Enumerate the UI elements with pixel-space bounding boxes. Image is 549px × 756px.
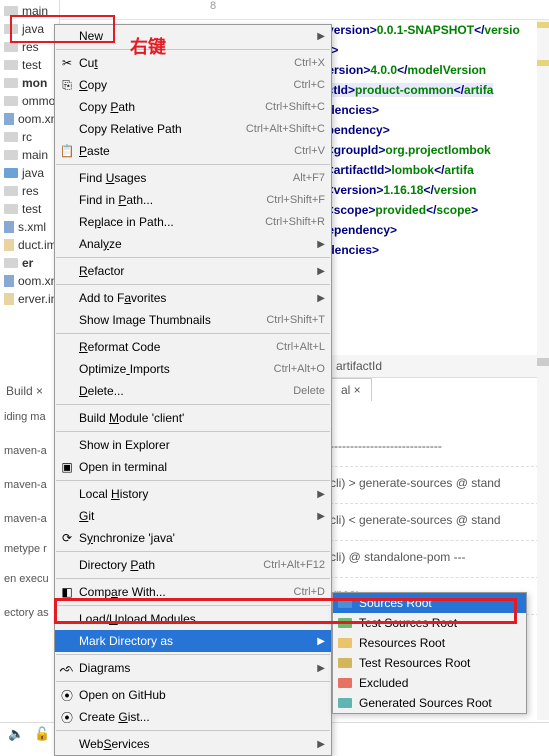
tree-item[interactable]: mon <box>0 74 59 92</box>
menu-item-create-gist-[interactable]: ⦿Create Gist... <box>55 706 331 728</box>
submenu-arrow-icon: ▶ <box>317 239 325 250</box>
tree-item[interactable]: oom.xml <box>0 110 59 128</box>
menu-item-load-unload-modules-[interactable]: Load/Unload Modules... <box>55 608 331 630</box>
menu-item-delete-[interactable]: Delete...Delete <box>55 380 331 402</box>
folder-icon <box>338 698 352 708</box>
menu-item-show-in-explorer[interactable]: Show in Explorer <box>55 434 331 456</box>
menu-icon: ⦿ <box>59 709 75 726</box>
submenu-item-test-sources-root[interactable]: Test Sources Root <box>333 613 526 633</box>
tree-item[interactable]: java <box>0 20 59 38</box>
menu-item-directory-path[interactable]: Directory PathCtrl+Alt+F12 <box>55 554 331 576</box>
tree-item[interactable]: res <box>0 38 59 56</box>
folder-icon <box>338 658 352 668</box>
tree-item[interactable]: rc <box>0 128 59 146</box>
menu-item-optimize-imports[interactable]: Optimize ImportsCtrl+Alt+O <box>55 358 331 380</box>
submenu-arrow-icon: ▶ <box>317 511 325 522</box>
code-lines: <version>0.0.1-SNAPSHOT</versiont>Versio… <box>320 20 549 260</box>
folder-icon <box>338 678 352 688</box>
menu-item-open-in-terminal[interactable]: ▣Open in terminal <box>55 456 331 478</box>
menu-item-add-to-favorites[interactable]: Add to Favorites▶ <box>55 287 331 309</box>
menu-item-cut[interactable]: ✂CutCtrl+X <box>55 52 331 74</box>
annotation-label: 右键 <box>130 33 166 59</box>
submenu-item-generated-sources-root[interactable]: Generated Sources Root <box>333 693 526 713</box>
menu-item-analyze[interactable]: Analyze▶ <box>55 233 331 255</box>
menu-icon: ᨒ <box>59 661 75 676</box>
tree-item[interactable]: res <box>0 182 59 200</box>
submenu-arrow-icon: ▶ <box>317 739 325 750</box>
menu-item-mark-directory-as[interactable]: Mark Directory as▶ <box>55 630 331 652</box>
menu-item-replace-in-path-[interactable]: Replace in Path...Ctrl+Shift+R <box>55 211 331 233</box>
submenu-arrow-icon: ▶ <box>317 489 325 500</box>
tree-item[interactable]: ommon.i <box>0 92 59 110</box>
menu-icon: ◧ <box>59 585 75 599</box>
menu-icon: ✂ <box>59 56 75 70</box>
menu-item-copy-path[interactable]: Copy PathCtrl+Shift+C <box>55 96 331 118</box>
structure-tab[interactable]: al × <box>330 378 372 401</box>
maven-output: ----------------------------cli) > gener… <box>330 430 549 615</box>
tree-item[interactable]: test <box>0 56 59 74</box>
tree-item[interactable]: main <box>0 146 59 164</box>
editor-minimap[interactable] <box>537 20 549 720</box>
menu-item-new[interactable]: New▶ <box>55 25 331 47</box>
tree-item[interactable]: oom.xml <box>0 272 59 290</box>
lock-icon[interactable]: 🔓 <box>34 726 50 742</box>
submenu-arrow-icon: ▶ <box>317 293 325 304</box>
context-menu[interactable]: New▶ ✂CutCtrl+X⎘CopyCtrl+CCopy PathCtrl+S… <box>54 24 332 756</box>
menu-item-synchronize-java-[interactable]: ⟳Synchronize 'java' <box>55 527 331 549</box>
folder-icon <box>338 618 352 628</box>
tree-item[interactable]: erver.iml <box>0 290 59 308</box>
tree-item[interactable]: java <box>0 164 59 182</box>
structure-panel: artifactId al × <box>330 355 549 401</box>
build-tab[interactable]: Build × <box>0 380 60 402</box>
menu-item-refactor[interactable]: Refactor▶ <box>55 260 331 282</box>
menu-item-webservices[interactable]: WebServices▶ <box>55 733 331 755</box>
tree-item[interactable]: main <box>0 2 59 20</box>
submenu-arrow-icon: ▶ <box>317 663 325 674</box>
menu-item-local-history[interactable]: Local History▶ <box>55 483 331 505</box>
menu-item-copy-relative-path[interactable]: Copy Relative PathCtrl+Alt+Shift+C <box>55 118 331 140</box>
submenu-item-test-resources-root[interactable]: Test Resources Root <box>333 653 526 673</box>
menu-item-show-image-thumbnails[interactable]: Show Image ThumbnailsCtrl+Shift+T <box>55 309 331 331</box>
structure-head: artifactId <box>330 355 549 378</box>
menu-item-find-usages[interactable]: Find UsagesAlt+F7 <box>55 167 331 189</box>
tree-item[interactable]: duct.iml <box>0 236 59 254</box>
menu-item-diagrams[interactable]: ᨒDiagrams▶ <box>55 657 331 679</box>
menu-item-paste[interactable]: 📋PasteCtrl+V <box>55 140 331 162</box>
menu-icon: ⎘ <box>59 78 75 93</box>
menu-item-build-module-client-[interactable]: Build Module 'client' <box>55 407 331 429</box>
menu-item-find-in-path-[interactable]: Find in Path...Ctrl+Shift+F <box>55 189 331 211</box>
speaker-icon[interactable]: 🔈 <box>8 726 24 742</box>
menu-item-open-on-github[interactable]: ⦿Open on GitHub <box>55 684 331 706</box>
menu-icon: ⟳ <box>59 531 75 545</box>
menu-item-git[interactable]: Git▶ <box>55 505 331 527</box>
tree-item[interactable]: s.xml <box>0 218 59 236</box>
menu-item-reformat-code[interactable]: Reformat CodeCtrl+Alt+L <box>55 336 331 358</box>
menu-item-copy[interactable]: ⎘CopyCtrl+C <box>55 74 331 96</box>
menu-item-compare-with-[interactable]: ◧Compare With...Ctrl+D <box>55 581 331 603</box>
editor-ruler: 8 <box>60 0 549 20</box>
menu-icon: 📋 <box>59 144 75 158</box>
menu-icon: ▣ <box>59 460 75 474</box>
build-panel: Build × iding mamaven-amaven-amaven-amet… <box>0 380 60 720</box>
menu-icon: ⦿ <box>59 687 75 704</box>
submenu-item-sources-root[interactable]: Sources Root <box>333 593 526 613</box>
folder-icon <box>338 598 352 608</box>
tree-item[interactable]: test <box>0 200 59 218</box>
submenu-arrow-icon: ▶ <box>317 266 325 277</box>
submenu-item-excluded[interactable]: Excluded <box>333 673 526 693</box>
submenu-arrow-icon: ▶ <box>317 31 325 42</box>
tree-item[interactable]: er <box>0 254 59 272</box>
submenu-item-resources-root[interactable]: Resources Root <box>333 633 526 653</box>
submenu-arrow-icon: ▶ <box>317 636 325 647</box>
folder-icon <box>338 638 352 648</box>
mark-directory-submenu[interactable]: Sources RootTest Sources RootResources R… <box>332 592 527 714</box>
